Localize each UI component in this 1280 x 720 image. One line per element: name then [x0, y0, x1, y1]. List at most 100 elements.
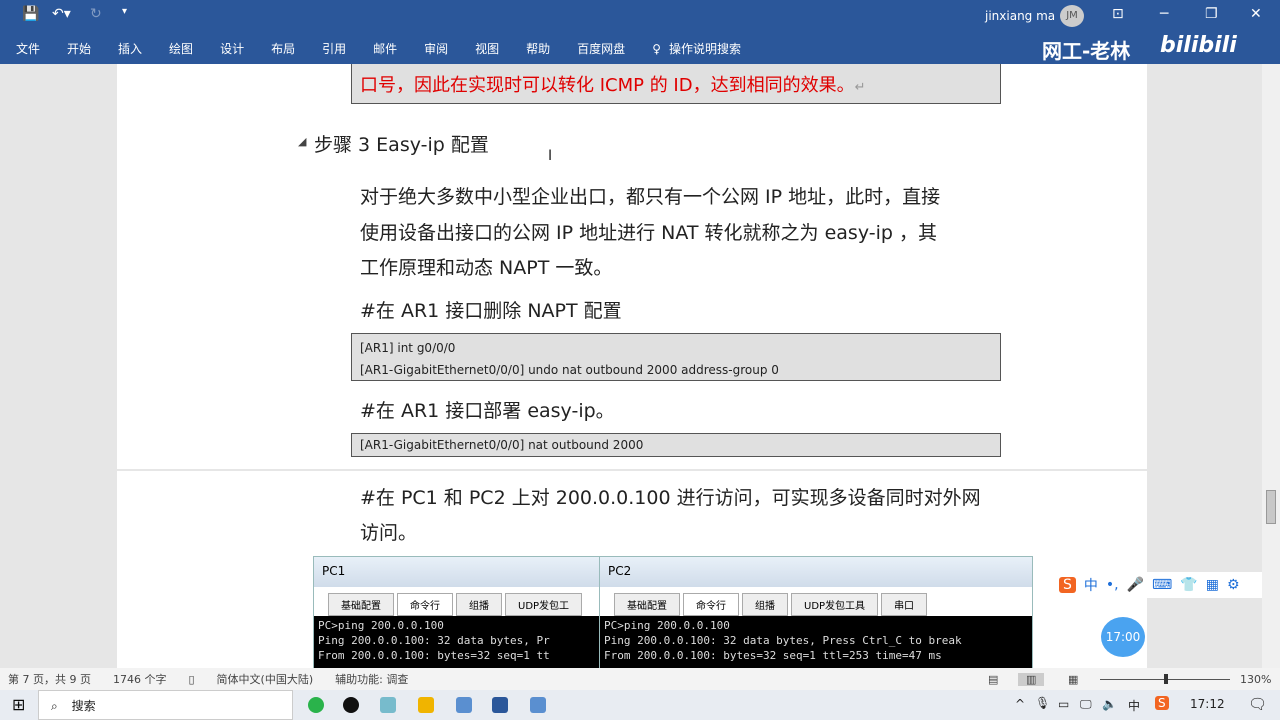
sogou-icon[interactable]: S	[1155, 696, 1169, 710]
customize-qat-icon[interactable]: ▾	[122, 6, 127, 17]
pc1-title: PC1	[314, 557, 612, 587]
scrollbar-thumb[interactable]	[1266, 490, 1276, 524]
tab-udp-tool[interactable]: UDP发包工具	[791, 593, 879, 616]
tab-insert[interactable]: 插入	[118, 40, 142, 57]
tab-command-line[interactable]: 命令行	[683, 593, 739, 616]
word-icon[interactable]	[492, 697, 508, 713]
paragraph-line: 使用设备出接口的公网 IP 地址进行 NAT 转化就称之为 easy-ip ，其	[360, 222, 937, 244]
sogou-icon[interactable]: S	[1059, 577, 1076, 593]
user-name: jinxiang ma	[985, 9, 1056, 23]
tab-command-line[interactable]: 命令行	[397, 593, 453, 616]
web-layout-icon[interactable]: ▦	[1068, 673, 1078, 686]
skin-icon[interactable]: 👕	[1180, 577, 1197, 593]
avatar[interactable]: JM	[1060, 5, 1084, 27]
step-instruction: #在 AR1 接口部署 easy-ip。	[360, 400, 615, 422]
ribbon-tabs: 文件 开始 插入 绘图 设计 布局 引用 邮件 审阅 视图 帮助 百度网盘 ♀ …	[0, 33, 1280, 64]
tab-design[interactable]: 设计	[220, 40, 244, 57]
tab-serial[interactable]: 串口	[881, 593, 928, 616]
file-explorer-icon[interactable]	[418, 697, 434, 713]
tab-file[interactable]: 文件	[16, 40, 40, 57]
keyboard-icon[interactable]: ⌨	[1152, 577, 1172, 593]
punctuation-icon[interactable]: •,	[1106, 577, 1119, 593]
clock-badge[interactable]: 17:00	[1101, 617, 1145, 657]
terminal-line: Ping 200.0.0.100: 32 data bytes, Press C…	[604, 634, 962, 647]
terminal-line: From 200.0.0.100: bytes=32 seq=1 ttl=253…	[604, 649, 942, 662]
taskbar-search[interactable]: ⌕ 搜索	[38, 690, 293, 720]
terminal-line: From 200.0.0.100: bytes=32 seq=1 tt	[318, 649, 550, 662]
page-count[interactable]: 第 7 页，共 9 页	[8, 671, 91, 687]
pc2-window: PC2 基础配置 命令行 组播 UDP发包工具 串口 PC>ping 200.0…	[599, 556, 1033, 676]
read-mode-icon[interactable]: ▤	[988, 673, 998, 686]
word-count[interactable]: 1746 个字	[113, 671, 167, 687]
tab-help[interactable]: 帮助	[526, 40, 550, 57]
pc2-terminal[interactable]: PC>ping 200.0.0.100 Ping 200.0.0.100: 32 …	[600, 616, 1032, 676]
volume-icon[interactable]: 🔈	[1102, 697, 1117, 711]
ensp-icon[interactable]	[530, 697, 546, 713]
close-icon[interactable]: ✕	[1250, 6, 1262, 22]
ime-toolbar[interactable]: S 中 •, 🎤 ⌨ 👕 ▦ ⚙	[1055, 572, 1277, 598]
watermark-text: 网工-老林	[1042, 39, 1131, 63]
pc1-terminal[interactable]: PC>ping 200.0.0.100 Ping 200.0.0.100: 32 …	[314, 616, 612, 676]
tab-udp-tool[interactable]: UDP发包工	[505, 593, 583, 616]
tab-draw[interactable]: 绘图	[169, 40, 193, 57]
clock[interactable]: 17:12	[1190, 697, 1225, 711]
network-icon[interactable]: 🖵	[1080, 697, 1092, 712]
settings-icon[interactable]: ⚙	[1227, 577, 1240, 593]
tray-expand-icon[interactable]: ^	[1015, 697, 1025, 711]
microphone-icon[interactable]: 🎙	[1035, 696, 1050, 710]
app-icon[interactable]	[308, 697, 324, 713]
ime-mode[interactable]: 中	[1084, 575, 1098, 595]
terminal-line: PC>ping 200.0.0.100	[604, 619, 730, 632]
tab-review[interactable]: 审阅	[424, 40, 448, 57]
bilibili-logo: bilibili	[1160, 33, 1237, 58]
restore-icon[interactable]: ❐	[1205, 6, 1218, 22]
zoom-level[interactable]: 130%	[1240, 673, 1271, 686]
print-layout-icon[interactable]: ▥	[1018, 672, 1045, 686]
tab-references[interactable]: 引用	[322, 40, 346, 57]
pc2-title: PC2	[600, 557, 1032, 587]
tab-multicast[interactable]: 组播	[742, 593, 788, 616]
search-icon: ⌕	[51, 699, 58, 713]
app-icon[interactable]	[380, 697, 396, 713]
title-bar: 💾 ↶▾ ↻ ▾ jinxiang ma JM ⊡ ─ ❐ ✕	[0, 0, 1280, 33]
ensp-icon[interactable]	[456, 697, 472, 713]
ime-indicator[interactable]: 中	[1128, 697, 1140, 714]
proofing-icon[interactable]: ▯	[188, 673, 194, 686]
taskbar: ⊞ ⌕ 搜索 ^ 🎙 ▭ 🖵 🔈 中 S 17:12 🗨	[0, 690, 1280, 720]
ribbon-display-icon[interactable]: ⊡	[1112, 6, 1124, 22]
red-note-text: 口号，因此在实现时可以转化 ICMP 的 ID，达到相同的效果。	[360, 75, 855, 96]
paragraph-line: 工作原理和动态 NAPT 一致。	[360, 257, 613, 279]
undo-icon[interactable]: ↶▾	[52, 6, 71, 22]
accessibility-status[interactable]: 辅助功能: 调查	[335, 671, 408, 687]
terminal-line: PC>ping 200.0.0.100	[318, 619, 444, 632]
tab-basic-config[interactable]: 基础配置	[614, 593, 680, 616]
microphone-icon[interactable]: 🎤	[1127, 577, 1144, 593]
tab-mailings[interactable]: 邮件	[373, 40, 397, 57]
notification-icon[interactable]: 🗨	[1248, 695, 1267, 713]
paragraph-line: #在 PC1 和 PC2 上对 200.0.0.100 进行访问，可实现多设备同…	[360, 487, 981, 509]
red-note-box: 口号，因此在实现时可以转化 ICMP 的 ID，达到相同的效果。↵	[351, 64, 1001, 104]
paragraph-line: 访问。	[360, 522, 418, 544]
collapse-triangle-icon[interactable]: ◢	[298, 135, 306, 148]
tell-me-search[interactable]: 操作说明搜索	[669, 40, 741, 57]
toolbox-icon[interactable]: ▦	[1206, 577, 1219, 593]
tab-baidu[interactable]: 百度网盘	[577, 40, 625, 57]
lightbulb-icon: ♀	[652, 41, 661, 56]
tab-basic-config[interactable]: 基础配置	[328, 593, 394, 616]
qq-icon[interactable]	[343, 697, 359, 713]
vertical-scrollbar[interactable]	[1262, 64, 1280, 668]
save-icon[interactable]: 💾	[22, 6, 39, 22]
minimize-icon[interactable]: ─	[1160, 6, 1168, 22]
code-block: [AR1-GigabitEthernet0/0/0] nat outbound …	[351, 433, 1001, 457]
language[interactable]: 简体中文(中国大陆)	[217, 671, 314, 687]
redo-icon[interactable]: ↻	[90, 6, 102, 22]
code-block: [AR1] int g0/0/0 [AR1-GigabitEthernet0/0…	[351, 333, 1001, 381]
tab-view[interactable]: 视图	[475, 40, 499, 57]
terminal-line: Ping 200.0.0.100: 32 data bytes, Pr	[318, 634, 550, 647]
tab-layout[interactable]: 布局	[271, 40, 295, 57]
tab-home[interactable]: 开始	[67, 40, 91, 57]
battery-icon[interactable]: ▭	[1058, 697, 1069, 711]
tab-multicast[interactable]: 组播	[456, 593, 502, 616]
windows-start-icon[interactable]: ⊞	[12, 695, 25, 714]
zoom-slider-thumb[interactable]	[1164, 674, 1168, 684]
